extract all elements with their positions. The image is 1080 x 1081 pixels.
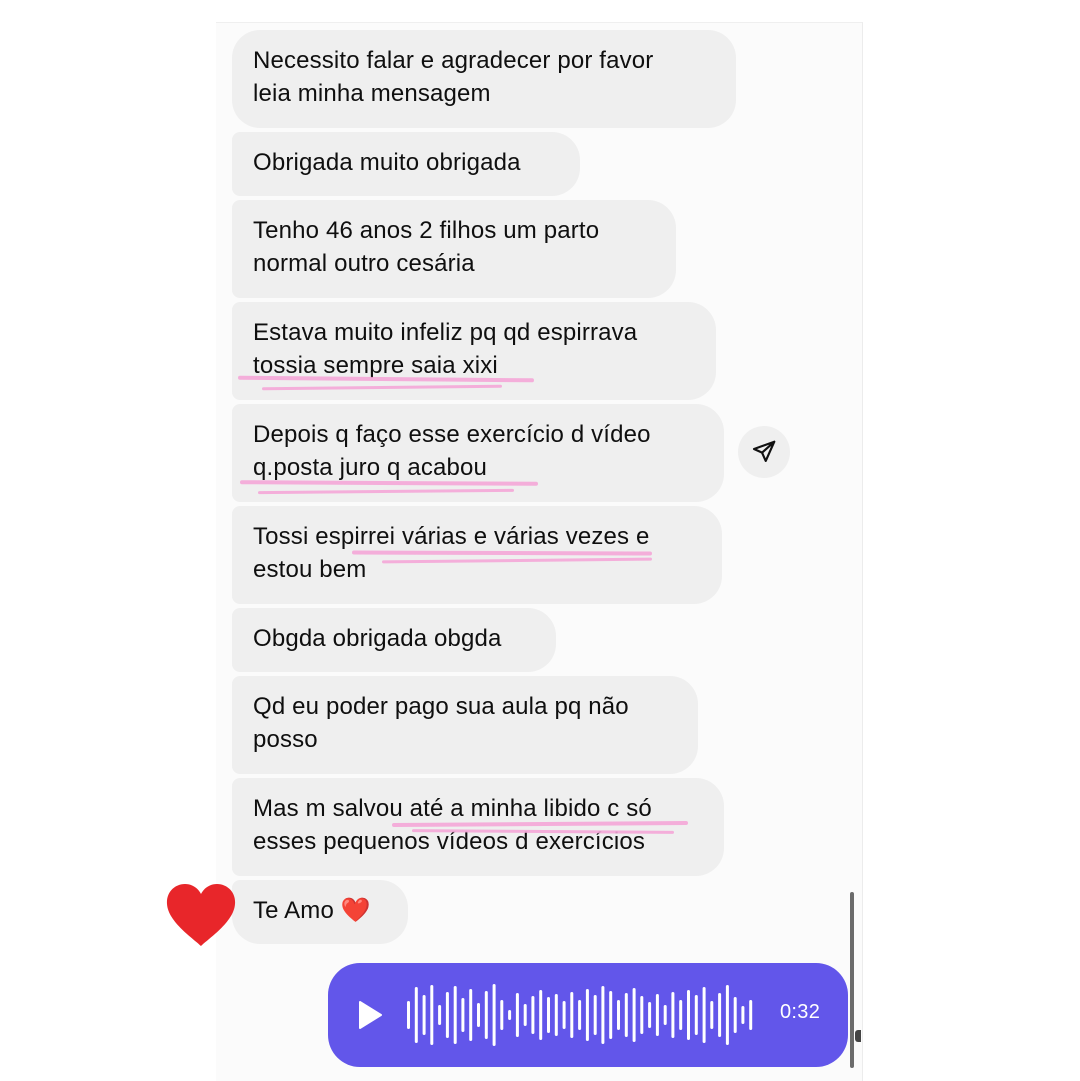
message-bubble[interactable]: Te Amo ❤️ xyxy=(232,880,408,944)
waveform-bar xyxy=(570,992,574,1038)
waveform-bar xyxy=(725,985,729,1045)
heart-icon xyxy=(166,884,236,946)
waveform-bar xyxy=(414,987,418,1043)
waveform-bar xyxy=(554,994,558,1036)
waveform-bar xyxy=(578,1000,582,1030)
waveform-bar xyxy=(562,1001,566,1029)
waveform-bar xyxy=(702,987,706,1043)
play-icon[interactable] xyxy=(356,999,384,1031)
waveform-bar xyxy=(624,993,628,1037)
waveform-bar xyxy=(718,993,722,1037)
waveform-bar xyxy=(477,1003,480,1027)
waveform-bar xyxy=(687,990,690,1040)
voice-duration: 0:32 xyxy=(780,1001,821,1023)
scroll-handle[interactable] xyxy=(855,1030,861,1042)
waveform-bar xyxy=(500,1000,504,1030)
waveform-bar xyxy=(407,1001,410,1029)
waveform-bar xyxy=(445,992,449,1038)
waveform-bar xyxy=(461,998,465,1032)
message-bubble[interactable]: Depois q faço esse exercício d vídeo q.p… xyxy=(232,404,724,502)
waveform-bar xyxy=(694,995,698,1035)
message-bubble[interactable]: Obgda obrigada obgda xyxy=(232,608,556,672)
waveform-bar xyxy=(539,990,543,1040)
waveform-bar xyxy=(547,997,550,1033)
waveform-bar xyxy=(422,995,426,1035)
paper-plane-icon xyxy=(752,440,776,462)
scrollbar[interactable] xyxy=(850,892,854,1068)
waveform-bar xyxy=(679,1000,683,1030)
message-bubble[interactable]: Mas m salvou até a minha libido c só ess… xyxy=(232,778,724,876)
audio-waveform[interactable] xyxy=(406,983,756,1047)
waveform-bar xyxy=(749,1000,753,1030)
waveform-bar xyxy=(617,1000,620,1030)
waveform-bar xyxy=(585,989,589,1041)
waveform-bar xyxy=(484,991,488,1039)
waveform-bar xyxy=(609,991,613,1039)
voice-message-bubble[interactable]: 0:32 xyxy=(328,963,848,1067)
waveform-bar xyxy=(655,994,659,1036)
waveform-bar xyxy=(523,1004,527,1026)
waveform-bar xyxy=(508,1010,512,1020)
waveform-bar xyxy=(671,992,675,1038)
waveform-bar xyxy=(469,989,473,1041)
waveform-bar xyxy=(710,1001,714,1029)
message-bubble[interactable]: Tenho 46 anos 2 filhos um parto normal o… xyxy=(232,200,676,298)
waveform-bar xyxy=(640,996,644,1034)
waveform-bar xyxy=(741,1006,745,1024)
message-bubble[interactable]: Qd eu poder pago sua aula pq não posso xyxy=(232,676,698,774)
waveform-bar xyxy=(601,986,605,1044)
waveform-bar xyxy=(430,985,434,1045)
waveform-bar xyxy=(531,996,535,1034)
waveform-bar xyxy=(733,997,737,1033)
waveform-bar xyxy=(515,993,519,1037)
waveform-bar xyxy=(648,1002,652,1028)
waveform-bar xyxy=(593,995,597,1035)
waveform-bar xyxy=(438,1005,442,1025)
waveform-bar xyxy=(663,1005,667,1025)
message-bubble[interactable]: Obrigada muito obrigada xyxy=(232,132,580,196)
message-bubble[interactable]: Necessito falar e agradecer por favor le… xyxy=(232,30,736,128)
waveform-bar xyxy=(632,988,636,1042)
share-button[interactable] xyxy=(738,426,790,478)
waveform-bar xyxy=(453,986,457,1044)
waveform-bar xyxy=(492,984,496,1046)
